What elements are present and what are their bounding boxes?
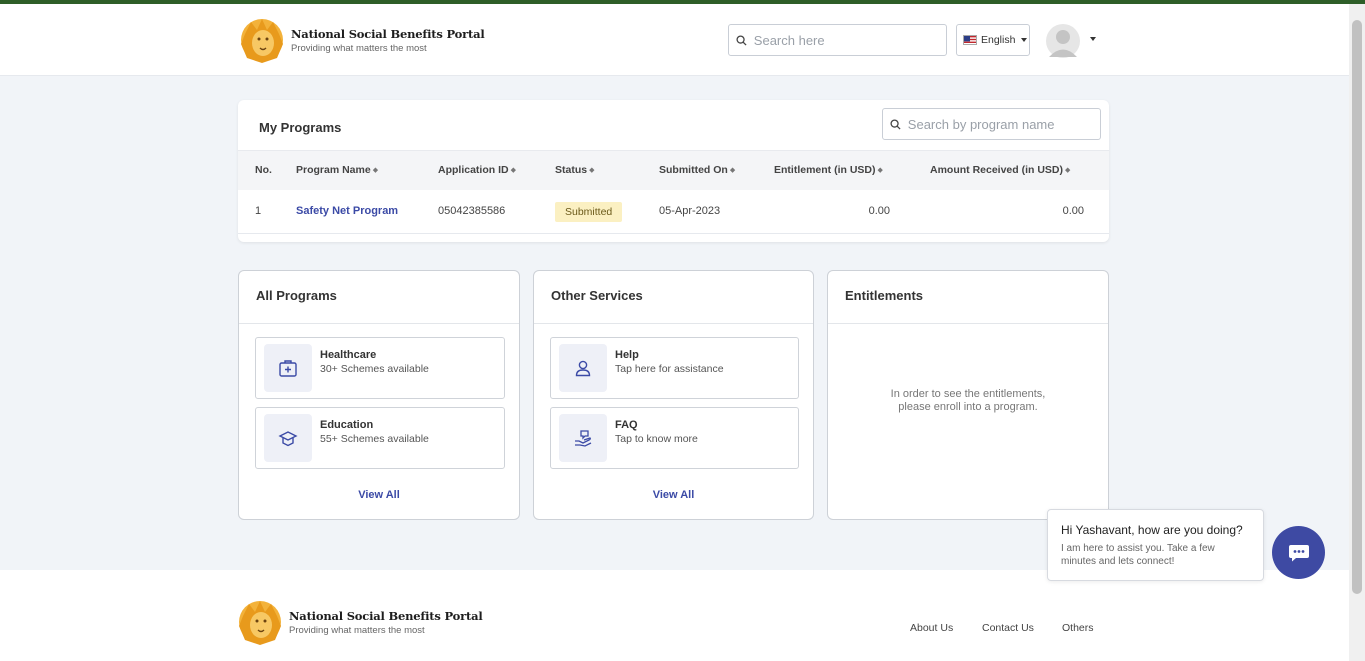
my-programs-title: My Programs <box>259 120 342 135</box>
col-no: No. <box>255 164 272 176</box>
tile-education[interactable]: Education 55+ Schemes available <box>255 407 505 469</box>
footer-brand[interactable]: National Social Benefits Portal Providin… <box>237 598 483 646</box>
cell-amount-received: 0.00 <box>1062 205 1084 217</box>
global-search-input[interactable] <box>753 32 946 48</box>
entitlements-panel: Entitlements In order to see the entitle… <box>827 270 1109 520</box>
lion-logo-icon <box>239 601 281 645</box>
scrollbar-thumb[interactable] <box>1352 20 1362 594</box>
user-avatar-icon[interactable] <box>1046 24 1080 60</box>
tile-healthcare[interactable]: Healthcare 30+ Schemes available <box>255 337 505 399</box>
col-submitted-on[interactable]: Submitted On ◆ <box>659 164 735 176</box>
col-application-id[interactable]: Application ID ◆ <box>438 164 516 176</box>
cell-entitlement: 0.00 <box>868 205 890 217</box>
divider <box>828 323 1108 324</box>
tile-name: Healthcare <box>320 349 377 361</box>
brand-tagline: Providing what matters the most <box>289 624 425 636</box>
person-icon <box>559 344 607 392</box>
table-row: 1 Safety Net Program 05042385586 Submitt… <box>238 190 1109 234</box>
sort-icon: ◆ <box>1065 167 1071 174</box>
language-label: English <box>981 34 1016 46</box>
my-programs-card: My Programs No. Program Name◆ Applicatio… <box>238 100 1109 242</box>
tile-subtitle: 55+ Schemes available <box>320 433 429 445</box>
tile-help[interactable]: Help Tap here for assistance <box>550 337 799 399</box>
other-services-view-all-link[interactable]: View All <box>534 489 813 501</box>
footer-link-others[interactable]: Others <box>1062 622 1094 634</box>
search-icon <box>729 34 754 46</box>
footer-link-about-us[interactable]: About Us <box>910 622 953 634</box>
chat-launcher-button[interactable] <box>1272 526 1325 579</box>
chat-bubble-icon <box>1288 544 1309 561</box>
col-status[interactable]: Status ◆ <box>555 164 594 176</box>
brand-tagline: Providing what matters the most <box>291 42 427 54</box>
lion-logo-icon <box>241 19 283 63</box>
medical-kit-icon <box>264 344 312 392</box>
faq-hand-icon <box>559 414 607 462</box>
sort-icon: ◆ <box>729 167 736 174</box>
other-services-title: Other Services <box>551 288 643 303</box>
col-amount-received[interactable]: Amount Received (in USD) ◆ <box>930 164 1070 176</box>
program-search[interactable] <box>882 108 1101 140</box>
sort-icon: ◆ <box>372 167 379 174</box>
other-services-panel: Other Services Help Tap here for assista… <box>533 270 814 520</box>
site-footer: National Social Benefits Portal Providin… <box>0 570 1349 661</box>
brand-title: National Social Benefits Portal <box>291 26 485 41</box>
entitlements-empty-message: In order to see the entitlements, please… <box>890 388 1046 413</box>
graduation-cap-icon <box>264 414 312 462</box>
cell-application-id: 05042385586 <box>438 205 506 217</box>
tile-subtitle: 30+ Schemes available <box>320 363 429 375</box>
divider <box>239 323 519 324</box>
global-search[interactable] <box>728 24 947 56</box>
all-programs-view-all-link[interactable]: View All <box>239 489 519 501</box>
footer-link-contact-us[interactable]: Contact Us <box>982 622 1034 634</box>
chevron-down-icon <box>1021 38 1028 42</box>
program-link[interactable]: Safety Net Program <box>296 205 398 217</box>
divider <box>534 323 813 324</box>
sort-icon: ◆ <box>589 167 595 174</box>
chat-greeting: Hi Yashavant, how are you doing? <box>1061 523 1243 537</box>
chat-message: I am here to assist you. Take a few minu… <box>1061 543 1215 567</box>
all-programs-title: All Programs <box>256 288 337 303</box>
sort-icon: ◆ <box>510 167 516 174</box>
site-header: National Social Benefits Portal Providin… <box>0 4 1349 76</box>
entitlements-title: Entitlements <box>845 288 924 303</box>
search-icon <box>883 118 908 130</box>
tile-name: Education <box>320 419 374 431</box>
sort-icon: ◆ <box>877 167 883 174</box>
language-select[interactable]: English <box>956 24 1030 56</box>
tile-subtitle: Tap here for assistance <box>615 363 724 375</box>
tile-faq[interactable]: FAQ Tap to know more <box>550 407 799 469</box>
us-flag-icon <box>963 35 977 45</box>
brand[interactable]: National Social Benefits Portal Providin… <box>239 16 485 64</box>
cell-submitted-on: 05-Apr-2023 <box>659 205 721 217</box>
tile-name: FAQ <box>615 419 638 431</box>
page-scrollbar[interactable] <box>1349 4 1365 661</box>
chat-greeting-bubble[interactable]: Hi Yashavant, how are you doing? I am he… <box>1047 509 1264 581</box>
col-program-name[interactable]: Program Name ◆ <box>296 164 378 176</box>
avatar-chevron-down-icon[interactable] <box>1090 37 1096 41</box>
status-badge: Submitted <box>555 202 623 222</box>
program-search-input[interactable] <box>907 116 1100 132</box>
programs-table-header: No. Program Name ◆ Application ID ◆ Status… <box>238 150 1109 190</box>
brand-title: National Social Benefits Portal <box>289 608 483 623</box>
col-entitlement[interactable]: Entitlement (in USD) ◆ <box>774 164 883 176</box>
tile-subtitle: Tap to know more <box>615 433 698 445</box>
all-programs-panel: All Programs Healthcare 30+ Schemes avai… <box>238 270 520 520</box>
tile-name: Help <box>615 349 639 361</box>
cell-no: 1 <box>255 205 262 217</box>
